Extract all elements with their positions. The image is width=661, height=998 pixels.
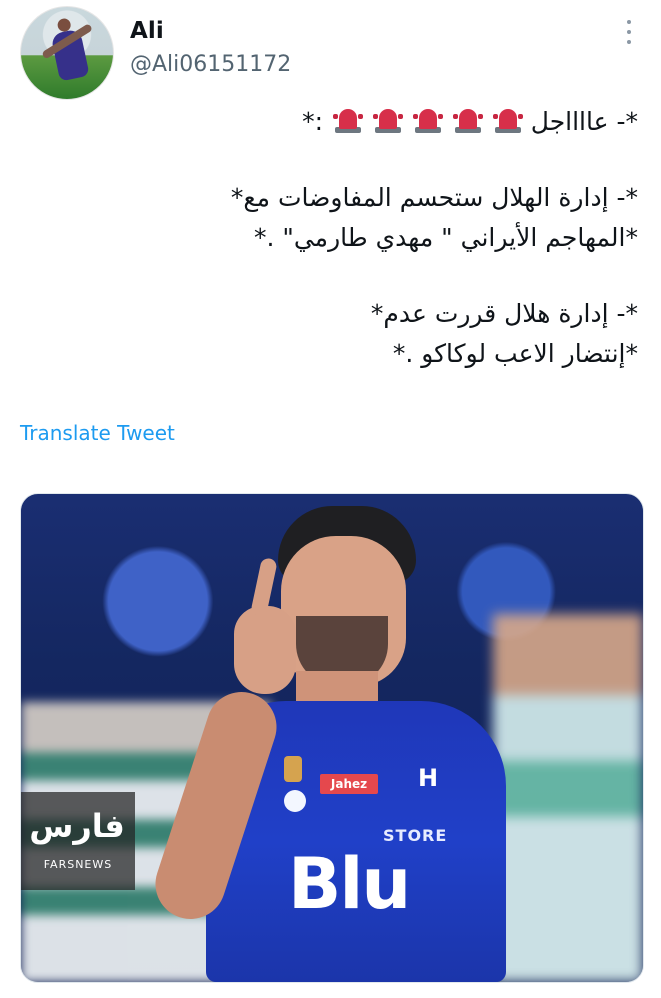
farsnews-watermark: فارس FARSNEWS <box>21 792 135 890</box>
police-light-icon <box>492 107 523 133</box>
police-light-icon <box>412 107 443 133</box>
shirt-blu-text: Blu <box>288 843 411 925</box>
tweet-line-2: *- إدارة الهلال ستحسم المفاوضات مع* <box>230 183 638 212</box>
police-light-icon <box>452 107 483 133</box>
police-light-icon <box>372 107 403 133</box>
dot-icon <box>627 20 631 24</box>
tweet-line-1-start: *- عااااجل <box>530 107 638 136</box>
translate-tweet-link[interactable]: Translate Tweet <box>20 421 175 445</box>
dot-icon <box>627 40 631 44</box>
more-options-icon[interactable] <box>624 20 634 44</box>
avatar-figure <box>50 28 90 82</box>
player-hand <box>234 606 296 694</box>
author-handle[interactable]: @Ali06151172 <box>130 52 291 77</box>
tweet-line-4: *- إدارة هلال قررت عدم* <box>370 299 638 328</box>
featured-player: Jahez H STORE Blu <box>146 506 511 982</box>
tweet-line-1-end: :* <box>302 107 324 136</box>
tweet-line-5: *إنتضار الاعب لوكاكو .* <box>392 339 638 368</box>
dot-icon <box>627 30 631 34</box>
watermark-subtitle: FARSNEWS <box>43 858 113 871</box>
sponsor-logo: Jahez <box>320 774 378 794</box>
tweet-text: *- عااااجل :* *- إدارة الهلال ستحسم المف… <box>18 102 638 374</box>
background-player-right <box>493 614 643 982</box>
watermark-logo: فارس <box>29 807 125 845</box>
tweet-line-3: *المهاجم الأيراني " مهدي طارمي" .* <box>253 223 638 252</box>
tweet-header: Ali @Ali06151172 <box>0 0 661 100</box>
author-name[interactable]: Ali <box>130 18 164 44</box>
tweet-line-1: *- عااااجل :* <box>18 102 638 142</box>
shirt-badge-icon <box>284 756 302 782</box>
shirt-logo-icon <box>284 790 306 812</box>
tweet-image[interactable]: Jahez H STORE Blu فارس FARSNEWS <box>20 493 644 983</box>
police-light-icon <box>333 107 363 133</box>
avatar[interactable] <box>20 6 114 100</box>
club-crest: H <box>417 764 439 792</box>
